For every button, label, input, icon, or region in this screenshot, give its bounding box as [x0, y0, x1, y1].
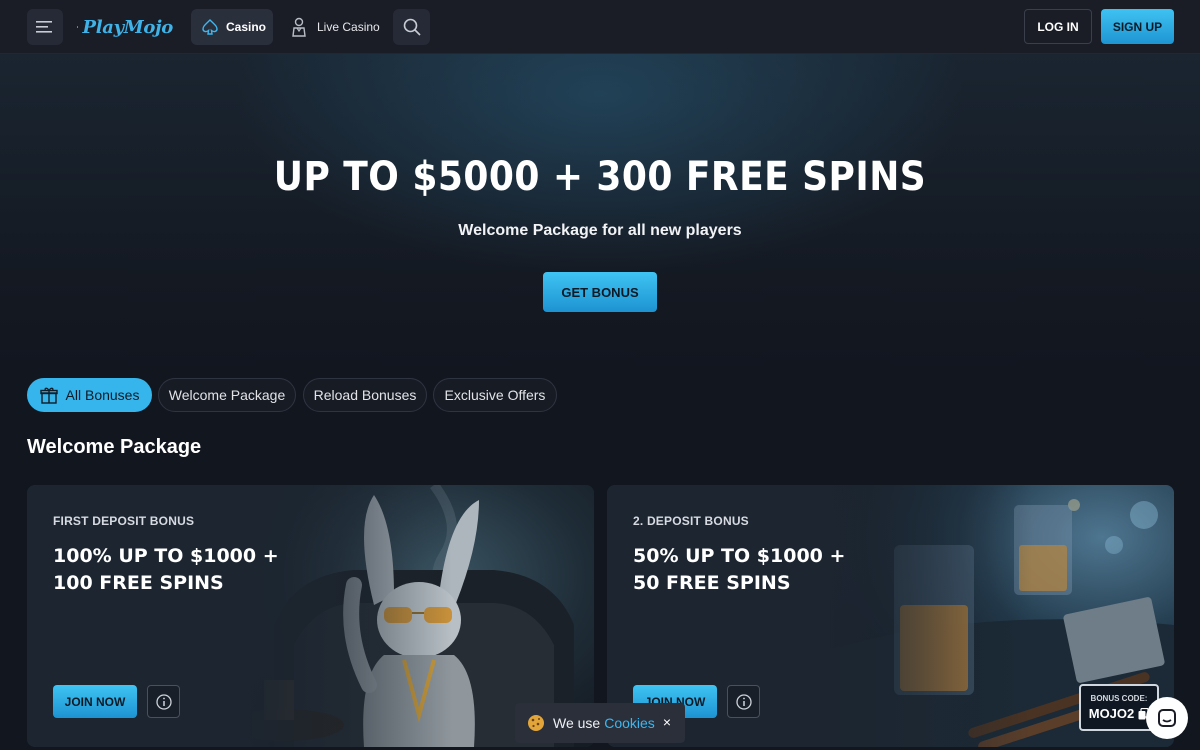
join-now-button[interactable]: JOIN NOW — [53, 685, 137, 718]
filter-welcome-package[interactable]: Welcome Package — [158, 378, 296, 412]
hero-title: UP TO $5000 + 300 FREE SPINS — [273, 154, 927, 200]
hero-banner: UP TO $5000 + 300 FREE SPINS Welcome Pac… — [0, 54, 1200, 374]
menu-button[interactable] — [27, 9, 63, 45]
section-title: Welcome Package — [27, 436, 202, 458]
filter-all-bonuses[interactable]: All Bonuses — [27, 378, 152, 412]
card-headline: 100% UP TO $1000 + 100 FREE SPINS — [53, 543, 313, 597]
login-button[interactable]: LOG IN — [1024, 9, 1092, 44]
rabbit-logo-icon — [77, 25, 79, 28]
chat-launcher-button[interactable] — [1146, 697, 1188, 739]
bonus-code-text: MOJO2 — [1088, 706, 1135, 721]
cookie-icon — [528, 715, 544, 731]
chat-icon — [1158, 709, 1176, 727]
bonus-card-first-deposit[interactable]: FIRST DEPOSIT BONUS 100% UP TO $1000 + 1… — [27, 485, 594, 747]
nav-casino[interactable]: Casino — [191, 9, 273, 45]
nav-live-casino-label: Live Casino — [317, 20, 380, 34]
close-icon[interactable]: × — [663, 714, 671, 730]
logo-text: PlayMojo — [82, 16, 173, 38]
gift-icon — [39, 387, 58, 404]
nav-live-casino[interactable]: Live Casino — [290, 9, 380, 45]
playmojo-logo[interactable]: PlayMojo — [77, 11, 173, 43]
hamburger-menu-icon — [36, 21, 52, 33]
filter-reload-bonuses[interactable]: Reload Bonuses — [303, 378, 427, 412]
bonus-code-value: MOJO2 — [1089, 706, 1150, 721]
bonus-code-label: BONUS CODE: — [1090, 694, 1148, 703]
search-button[interactable] — [393, 9, 430, 45]
info-icon — [735, 693, 752, 710]
cookie-banner: We use Cookies × — [515, 703, 685, 743]
spade-icon — [202, 19, 218, 35]
card-headline-line-2: 100 FREE SPINS — [53, 572, 224, 594]
cookie-text: We use — [553, 715, 601, 731]
card-kicker: FIRST DEPOSIT BONUS — [53, 514, 195, 528]
filter-label: All Bonuses — [65, 387, 140, 403]
top-navigation-bar: PlayMojo Casino Live Casino LOG IN SIGN … — [0, 0, 1200, 54]
search-icon — [403, 18, 421, 36]
info-icon — [155, 693, 172, 710]
card-headline-line-1: 100% UP TO $1000 + — [53, 545, 279, 567]
filter-label: Exclusive Offers — [444, 387, 546, 403]
info-button[interactable] — [727, 685, 760, 718]
card-headline: 50% UP TO $1000 + 50 FREE SPINS — [633, 543, 893, 597]
get-bonus-button[interactable]: GET BONUS — [543, 272, 657, 312]
nav-casino-label: Casino — [226, 20, 267, 34]
filter-exclusive-offers[interactable]: Exclusive Offers — [433, 378, 557, 412]
info-button[interactable] — [147, 685, 180, 718]
signup-button[interactable]: SIGN UP — [1101, 9, 1174, 44]
card-headline-line-1: 50% UP TO $1000 + — [633, 545, 846, 567]
hero-subtitle: Welcome Package for all new players — [458, 222, 742, 239]
filter-label: Welcome Package — [168, 387, 286, 403]
dealer-icon — [292, 17, 306, 37]
card-kicker: 2. DEPOSIT BONUS — [633, 514, 749, 528]
card-headline-line-2: 50 FREE SPINS — [633, 572, 791, 594]
cookie-policy-link[interactable]: Cookies — [604, 715, 655, 731]
filter-label: Reload Bonuses — [313, 387, 417, 403]
